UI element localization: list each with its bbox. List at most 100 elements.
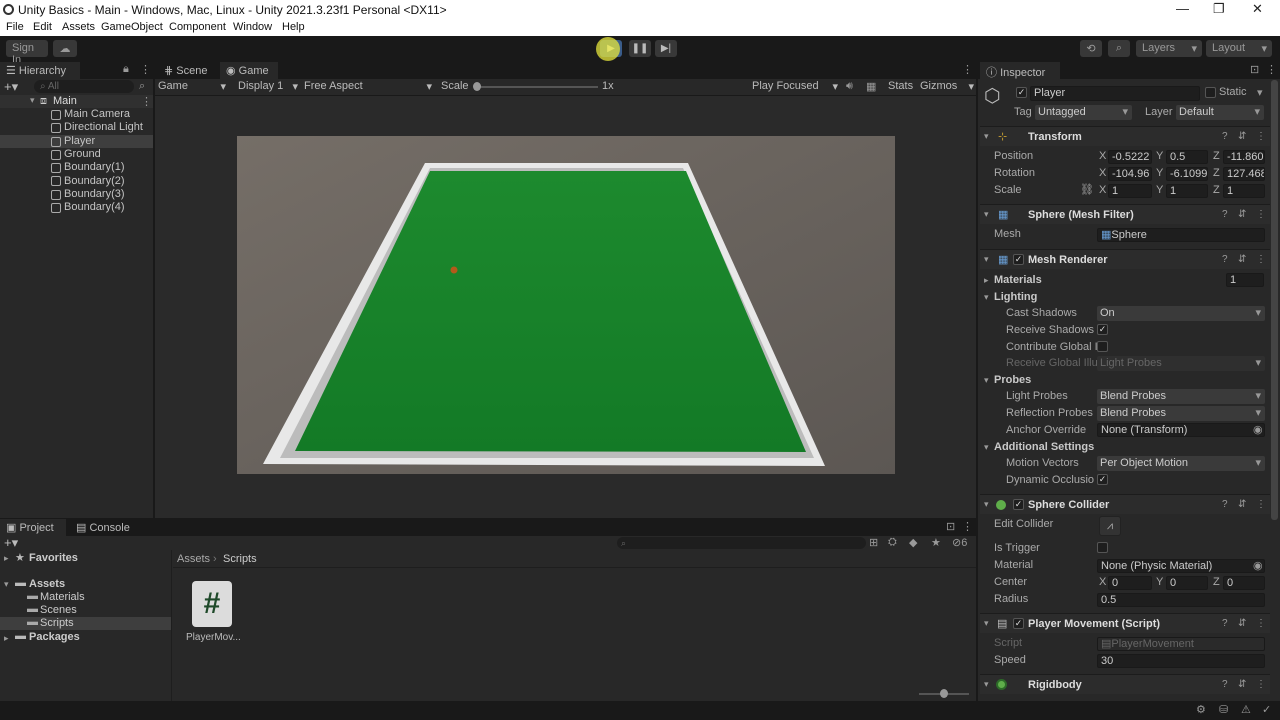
view-menu-icon[interactable]: ⋮ (962, 63, 973, 76)
center-y-field[interactable]: 0 (1166, 576, 1208, 590)
sphere-collider-checkbox[interactable]: ✓ (1013, 499, 1024, 510)
script-file-name[interactable]: PlayerMov... (186, 632, 241, 643)
help-icon[interactable]: ? (1222, 679, 1228, 690)
close-icon[interactable]: ✕ (1252, 1, 1263, 17)
hierarchy-item[interactable]: Boundary(3) (64, 188, 125, 200)
help-icon[interactable]: ? (1222, 499, 1228, 510)
tab-hierarchy[interactable]: ☰ Hierarchy (0, 62, 80, 79)
static-checkbox[interactable] (1205, 87, 1216, 98)
component-menu-icon[interactable]: ⋮ (1256, 499, 1266, 510)
tab-inspector[interactable]: ⓘ Inspector (980, 62, 1060, 79)
object-name-field[interactable]: Player (1030, 86, 1200, 101)
tab-project[interactable]: ▣ Project (0, 519, 66, 536)
status-icon[interactable]: ⚙ (1196, 703, 1206, 716)
center-z-field[interactable]: 0 (1223, 576, 1265, 590)
project-menu-icon[interactable]: ⋮ (962, 520, 973, 533)
mesh-field[interactable]: ▦Sphere (1097, 228, 1265, 242)
mesh-filter-header[interactable]: ▾ ▦ Sphere (Mesh Filter) ? ⇵ ⋮ (980, 204, 1270, 224)
component-menu-icon[interactable]: ⋮ (1256, 254, 1266, 265)
scale-y-field[interactable]: 1 (1166, 184, 1208, 198)
position-x-field[interactable]: -0.5222 (1108, 150, 1152, 164)
project-add-icon[interactable]: +▾ (4, 535, 18, 551)
component-menu-icon[interactable]: ⋮ (1256, 679, 1266, 690)
folder-item[interactable]: Materials (40, 591, 85, 603)
anchor-override-field[interactable]: None (Transform) (1097, 423, 1265, 437)
collapse-arrow-icon[interactable]: ▾ (984, 254, 989, 265)
inspector-scrollbar[interactable] (1271, 80, 1278, 520)
expand-arrow-icon[interactable]: ▾ (984, 292, 989, 303)
contribute-gi-checkbox[interactable] (1097, 341, 1108, 352)
inspector-menu-icon[interactable]: ⋮ (1266, 63, 1277, 76)
menu-window[interactable]: Window (233, 21, 272, 33)
active-checkbox[interactable]: ✓ (1016, 87, 1027, 98)
dynamic-occlusion-checkbox[interactable]: ✓ (1097, 474, 1108, 485)
hierarchy-item[interactable]: Boundary(2) (64, 175, 125, 187)
tag-icon[interactable]: ◆ (909, 536, 917, 549)
materials-label[interactable]: Materials (994, 274, 1042, 286)
preset-icon[interactable]: ⇵ (1238, 618, 1246, 629)
collapse-arrow-icon[interactable]: ▾ (984, 131, 989, 142)
hierarchy-item[interactable]: Boundary(1) (64, 161, 125, 173)
player-movement-checkbox[interactable]: ✓ (1013, 618, 1024, 629)
packages-arrow-icon[interactable]: ▸ (4, 633, 9, 644)
layout-dropdown[interactable]: Layout ▾ (1206, 40, 1272, 57)
position-y-field[interactable]: 0.5 (1166, 150, 1208, 164)
expand-arrow-icon[interactable]: ▸ (984, 275, 989, 286)
tab-scene[interactable]: ⋕ Scene (158, 62, 218, 79)
filter-label-icon[interactable]: ⛭ (888, 536, 897, 549)
sign-in-button[interactable]: Sign In (6, 40, 48, 66)
favorites-label[interactable]: Favorites (29, 552, 78, 564)
menu-component[interactable]: Component (169, 21, 226, 33)
collider-material-field[interactable]: None (Physic Material) (1097, 559, 1265, 573)
folder-item[interactable]: Scenes (40, 604, 77, 616)
expand-arrow-icon[interactable]: ▾ (984, 375, 989, 386)
tab-console[interactable]: ▤ Console (72, 519, 138, 536)
center-x-field[interactable]: 0 (1108, 576, 1152, 590)
assets-label[interactable]: Assets (29, 578, 65, 590)
mesh-renderer-header[interactable]: ▾ ▦ ✓ Mesh Renderer ? ⇵ ⋮ (980, 249, 1270, 269)
status-icon[interactable]: ⛁ (1219, 703, 1228, 716)
history-icon[interactable]: ⟲ (1080, 40, 1102, 57)
player-movement-header[interactable]: ▾ ▤ ✓ Player Movement (Script) ? ⇵ ⋮ (980, 613, 1270, 633)
menu-help[interactable]: Help (282, 21, 305, 33)
favorites-arrow-icon[interactable]: ▸ (4, 553, 9, 564)
status-icon[interactable]: ✓ (1262, 703, 1271, 716)
preset-icon[interactable]: ⇵ (1238, 679, 1246, 690)
breadcrumb-scripts[interactable]: Scripts (223, 553, 257, 565)
probes-label[interactable]: Probes (994, 374, 1031, 386)
stats-button[interactable]: Stats (888, 80, 913, 92)
script-file-icon[interactable]: # (192, 581, 232, 627)
folder-item[interactable]: Scripts (40, 617, 74, 629)
mesh-renderer-checkbox[interactable]: ✓ (1013, 254, 1024, 265)
assets-arrow-icon[interactable]: ▾ (4, 579, 9, 590)
tag-dropdown[interactable]: Untagged (1035, 105, 1132, 120)
collapse-arrow-icon[interactable]: ▾ (984, 618, 989, 629)
hierarchy-item[interactable]: Player (64, 135, 95, 147)
radius-field[interactable]: 0.5 (1097, 593, 1265, 607)
is-trigger-checkbox[interactable] (1097, 542, 1108, 553)
cast-shadows-dropdown[interactable]: On (1097, 306, 1265, 321)
tab-game[interactable]: ◉ Game (220, 62, 278, 79)
scale-slider[interactable] (474, 86, 598, 88)
object-picker-icon[interactable]: ◉ (1253, 423, 1263, 436)
help-icon[interactable]: ? (1222, 254, 1228, 265)
filter-icon[interactable]: ⌕ (139, 80, 145, 93)
materials-count-field[interactable]: 1 (1226, 273, 1264, 287)
preset-icon[interactable]: ⇵ (1238, 131, 1246, 142)
collapse-arrow-icon[interactable]: ▾ (984, 209, 989, 220)
light-probes-dropdown[interactable]: Blend Probes (1097, 389, 1265, 404)
additional-settings-label[interactable]: Additional Settings (994, 441, 1094, 453)
menu-edit[interactable]: Edit (33, 21, 52, 33)
component-menu-icon[interactable]: ⋮ (1256, 131, 1266, 142)
more-menu-icon[interactable]: ⋮ (140, 63, 151, 76)
rotation-x-field[interactable]: -104.96 (1108, 167, 1152, 181)
gizmos-dropdown[interactable]: Gizmos ▾ (920, 80, 974, 93)
motion-vectors-dropdown[interactable]: Per Object Motion (1097, 456, 1265, 471)
preset-icon[interactable]: ⇵ (1238, 499, 1246, 510)
hierarchy-search-input[interactable]: ⌕ All (34, 80, 134, 93)
rotation-z-field[interactable]: 127.468 (1223, 167, 1265, 181)
lighting-label[interactable]: Lighting (994, 291, 1037, 303)
add-icon[interactable]: +▾ (4, 79, 18, 95)
favorite-icon[interactable]: ★ (931, 536, 941, 549)
rotation-y-field[interactable]: -6.1099 (1166, 167, 1208, 181)
